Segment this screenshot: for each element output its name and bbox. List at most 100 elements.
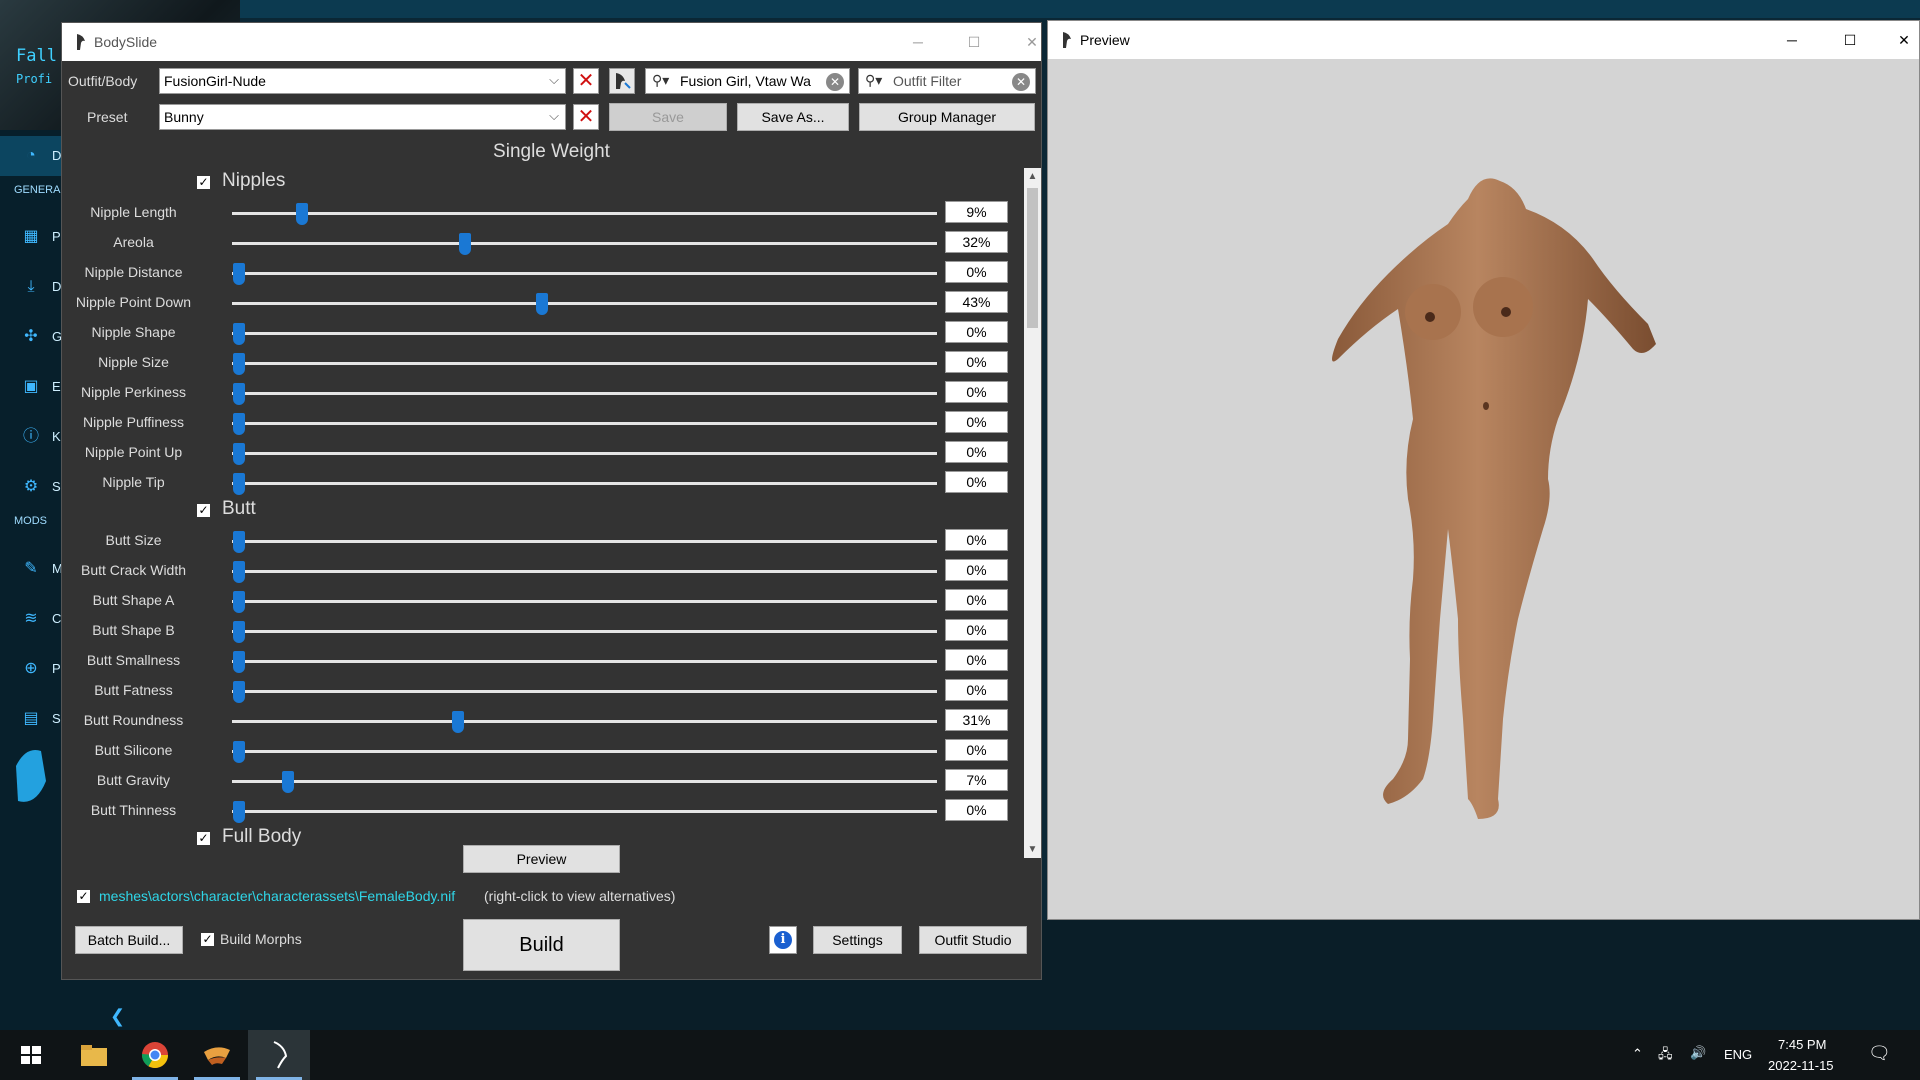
slider-value-input[interactable]: 7% bbox=[945, 769, 1008, 791]
network-icon[interactable]: 🖧 bbox=[1658, 1045, 1673, 1067]
extensions-icon[interactable]: ▣ bbox=[20, 376, 42, 398]
slider-thumb[interactable] bbox=[233, 473, 245, 495]
slider-track[interactable] bbox=[232, 780, 937, 783]
slider-value-input[interactable]: 0% bbox=[945, 529, 1008, 551]
clock-date[interactable]: 2022-11-15 bbox=[1768, 1058, 1834, 1073]
gamepad-icon[interactable]: ✣ bbox=[20, 326, 42, 348]
maximize-button[interactable]: ☐ bbox=[1830, 27, 1870, 53]
build-morphs-checkbox[interactable]: ✓ bbox=[200, 932, 215, 947]
group-checkbox[interactable]: ✓ bbox=[196, 831, 211, 846]
slider-scrollbar[interactable]: ▲ ▼ bbox=[1024, 168, 1041, 858]
slider-value-input[interactable]: 0% bbox=[945, 321, 1008, 343]
slider-track[interactable] bbox=[232, 482, 937, 485]
scroll-down-icon[interactable]: ▼ bbox=[1024, 841, 1041, 858]
slider-value-input[interactable]: 0% bbox=[945, 799, 1008, 821]
slider-value-input[interactable]: 0% bbox=[945, 649, 1008, 671]
show-hidden-icons[interactable]: ⌃ bbox=[1632, 1046, 1643, 1062]
slider-thumb[interactable] bbox=[233, 801, 245, 823]
close-button[interactable]: ✕ bbox=[1012, 29, 1052, 55]
slider-track[interactable] bbox=[232, 570, 937, 573]
taskbar-bodyslide[interactable] bbox=[248, 1030, 310, 1080]
slider-value-input[interactable]: 0% bbox=[945, 441, 1008, 463]
slider-track[interactable] bbox=[232, 690, 937, 693]
slider-track[interactable] bbox=[232, 660, 937, 663]
slider-track[interactable] bbox=[232, 362, 937, 365]
slider-value-input[interactable]: 0% bbox=[945, 411, 1008, 433]
slider-thumb[interactable] bbox=[233, 413, 245, 435]
clear-outfit-button[interactable]: ✕ bbox=[573, 68, 599, 94]
scrollbar-thumb[interactable] bbox=[1027, 188, 1038, 328]
slider-track[interactable] bbox=[232, 810, 937, 813]
slider-value-input[interactable]: 0% bbox=[945, 559, 1008, 581]
slider-value-input[interactable]: 43% bbox=[945, 291, 1008, 313]
scroll-up-icon[interactable]: ▲ bbox=[1024, 168, 1041, 185]
slider-track[interactable] bbox=[232, 720, 937, 723]
slider-thumb[interactable] bbox=[233, 651, 245, 673]
slider-value-input[interactable]: 0% bbox=[945, 679, 1008, 701]
close-button[interactable]: ✕ bbox=[1884, 27, 1920, 53]
clear-preset-button[interactable]: ✕ bbox=[573, 104, 599, 130]
minimize-button[interactable]: ─ bbox=[898, 29, 938, 55]
slider-thumb[interactable] bbox=[536, 293, 549, 315]
gear-icon[interactable]: ⚙ bbox=[20, 476, 42, 498]
notification-center-icon[interactable]: 🗨 bbox=[1868, 1043, 1891, 1064]
minimize-button[interactable]: ─ bbox=[1772, 27, 1812, 53]
slider-value-input[interactable]: 0% bbox=[945, 619, 1008, 641]
taskbar-chrome[interactable] bbox=[124, 1030, 186, 1080]
build-button[interactable]: Build bbox=[463, 919, 620, 971]
outfit-filter-input[interactable]: ⚲▾ Outfit Filter ✕ bbox=[858, 68, 1036, 94]
background-item[interactable]: K bbox=[52, 429, 61, 444]
info-circle-icon[interactable]: ⓘ bbox=[20, 426, 42, 448]
slider-value-input[interactable]: 0% bbox=[945, 351, 1008, 373]
plugins-icon[interactable]: ▦ bbox=[20, 226, 42, 248]
outfit-body-dropdown[interactable]: FusionGirl-Nude ⌵ bbox=[159, 68, 566, 94]
background-item[interactable]: P bbox=[52, 661, 61, 676]
background-item[interactable]: C bbox=[52, 611, 61, 626]
slider-track[interactable] bbox=[232, 422, 937, 425]
slider-thumb[interactable] bbox=[458, 233, 471, 255]
slider-track[interactable] bbox=[232, 630, 937, 633]
group-filter-input[interactable]: ⚲▾ Fusion Girl, Vtaw Wa ✕ bbox=[645, 68, 850, 94]
slider-value-input[interactable]: 0% bbox=[945, 261, 1008, 283]
slider-thumb[interactable] bbox=[233, 353, 245, 375]
slider-value-input[interactable]: 31% bbox=[945, 709, 1008, 731]
background-item[interactable]: P bbox=[52, 229, 61, 244]
slider-thumb[interactable] bbox=[233, 561, 245, 583]
slider-track[interactable] bbox=[232, 302, 937, 305]
slider-thumb[interactable] bbox=[233, 681, 245, 703]
slider-track[interactable] bbox=[232, 242, 937, 245]
taskbar-app[interactable] bbox=[186, 1030, 248, 1080]
background-item[interactable]: S bbox=[52, 711, 61, 726]
slider-thumb[interactable] bbox=[282, 771, 295, 793]
group-checkbox[interactable]: ✓ bbox=[196, 503, 211, 518]
slider-track[interactable] bbox=[232, 332, 937, 335]
slider-track[interactable] bbox=[232, 452, 937, 455]
slider-thumb[interactable] bbox=[233, 323, 245, 345]
slider-thumb[interactable] bbox=[233, 621, 245, 643]
taskbar-file-explorer[interactable] bbox=[62, 1030, 124, 1080]
slider-value-input[interactable]: 0% bbox=[945, 471, 1008, 493]
save-button[interactable]: Save bbox=[609, 103, 727, 131]
slider-value-input[interactable]: 0% bbox=[945, 739, 1008, 761]
preview-3d-viewport[interactable] bbox=[1048, 59, 1919, 919]
slider-track[interactable] bbox=[232, 600, 937, 603]
slider-value-input[interactable]: 9% bbox=[945, 201, 1008, 223]
slider-thumb[interactable] bbox=[233, 263, 245, 285]
group-manager-button[interactable]: Group Manager bbox=[859, 103, 1035, 131]
slider-track[interactable] bbox=[232, 750, 937, 753]
slider-track[interactable] bbox=[232, 392, 937, 395]
slider-value-input[interactable]: 32% bbox=[945, 231, 1008, 253]
batch-build-button[interactable]: Batch Build... bbox=[75, 926, 183, 954]
clear-search-icon[interactable]: ✕ bbox=[1012, 73, 1030, 91]
output-path-link[interactable]: meshes\actors\character\characterassets\… bbox=[99, 888, 455, 904]
slider-track[interactable] bbox=[232, 272, 937, 275]
slider-track[interactable] bbox=[232, 540, 937, 543]
clock-time[interactable]: 7:45 PM bbox=[1778, 1037, 1826, 1052]
slider-thumb[interactable] bbox=[233, 591, 245, 613]
slider-value-input[interactable]: 0% bbox=[945, 381, 1008, 403]
background-item[interactable]: S bbox=[52, 479, 61, 494]
slider-thumb[interactable] bbox=[233, 741, 245, 763]
volume-icon[interactable]: 🔊 bbox=[1690, 1045, 1706, 1061]
clear-search-icon[interactable]: ✕ bbox=[826, 73, 844, 91]
slider-thumb[interactable] bbox=[233, 383, 245, 405]
